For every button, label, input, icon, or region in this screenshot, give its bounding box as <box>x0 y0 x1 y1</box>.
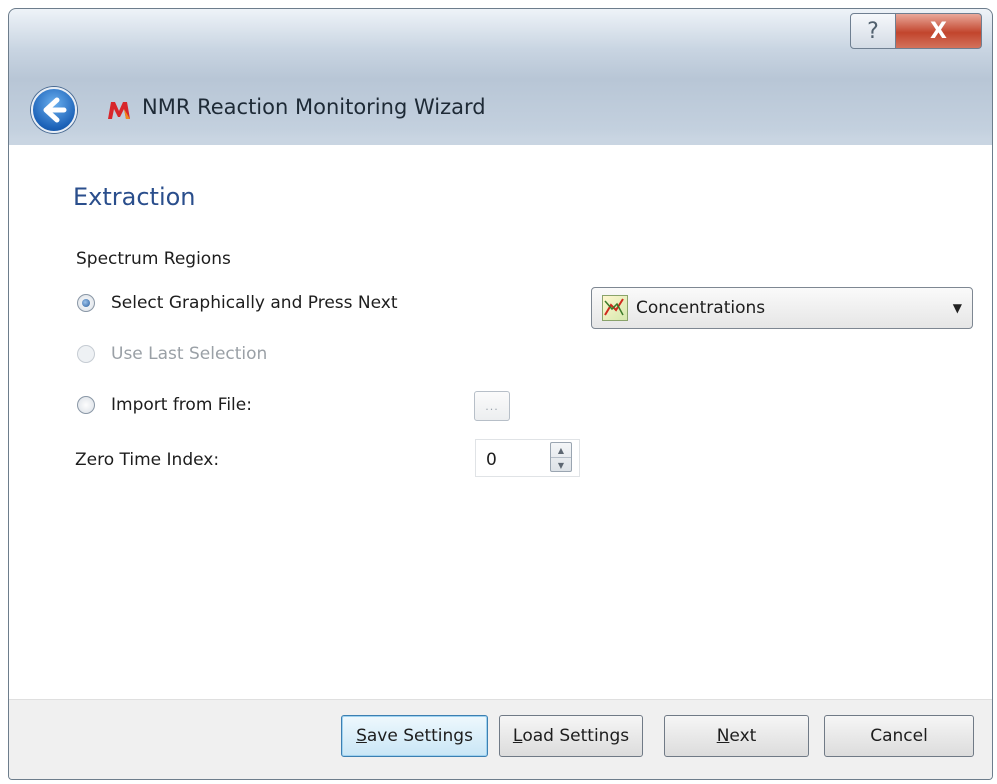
dropdown-caret-icon: ▼ <box>952 301 962 315</box>
mnemonic: L <box>512 726 523 746</box>
chart-icon <box>602 295 628 321</box>
radio-label: Select Graphically and Press Next <box>111 293 398 313</box>
back-button[interactable] <box>31 87 77 133</box>
button-label: oad Settings <box>522 726 630 746</box>
radio-button[interactable] <box>77 294 95 312</box>
mnemonic: S <box>356 726 367 746</box>
cancel-button[interactable]: Cancel <box>824 715 974 757</box>
spin-buttons: ▲ ▼ <box>550 442 572 472</box>
section-label: Spectrum Regions <box>76 249 231 269</box>
next-button[interactable]: Next <box>664 715 809 757</box>
radio-button <box>77 345 95 363</box>
zero-time-value[interactable]: 0 <box>486 450 497 470</box>
browse-file-button[interactable]: ... <box>474 391 510 421</box>
page-heading: Extraction <box>73 183 196 211</box>
radio-use-last-selection: Use Last Selection <box>77 344 267 364</box>
mnemonic: N <box>716 726 730 746</box>
spin-up-icon[interactable]: ▲ <box>551 443 571 458</box>
help-button[interactable]: ? <box>850 13 896 49</box>
radio-label: Use Last Selection <box>111 344 268 364</box>
close-button[interactable]: X <box>896 13 982 49</box>
spin-down-icon[interactable]: ▼ <box>551 458 571 472</box>
save-settings-button[interactable]: Save Settings <box>341 715 488 757</box>
radio-import-from-file[interactable]: Import from File: <box>77 395 252 415</box>
button-label: ave Settings <box>366 726 473 746</box>
radio-button[interactable] <box>77 396 95 414</box>
wizard-window: ? X NMR Reaction Monitoring Wizard Extra… <box>8 8 993 780</box>
load-settings-button[interactable]: Load Settings <box>499 715 643 757</box>
button-label: Cancel <box>870 726 928 746</box>
radio-select-graphically[interactable]: Select Graphically and Press Next <box>77 293 398 313</box>
dropdown-value: Concentrations <box>636 298 766 318</box>
zero-time-label: Zero Time Index: <box>75 450 220 470</box>
zero-time-spinbox[interactable]: 0 ▲ ▼ <box>475 439 580 477</box>
title-buttons: ? X <box>850 13 982 49</box>
output-dropdown[interactable]: Concentrations ▼ <box>591 287 973 329</box>
wizard-title: NMR Reaction Monitoring Wizard <box>142 95 486 119</box>
back-arrow-icon <box>43 97 67 123</box>
close-icon: X <box>930 18 947 44</box>
help-icon: ? <box>867 18 879 44</box>
button-label: ext <box>729 726 757 746</box>
app-logo-icon <box>108 102 130 119</box>
radio-label: Import from File: <box>111 395 252 415</box>
content-panel: Extraction Spectrum Regions Select Graph… <box>9 145 992 699</box>
button-bar: Save Settings Load Settings Next Cancel <box>9 699 992 779</box>
